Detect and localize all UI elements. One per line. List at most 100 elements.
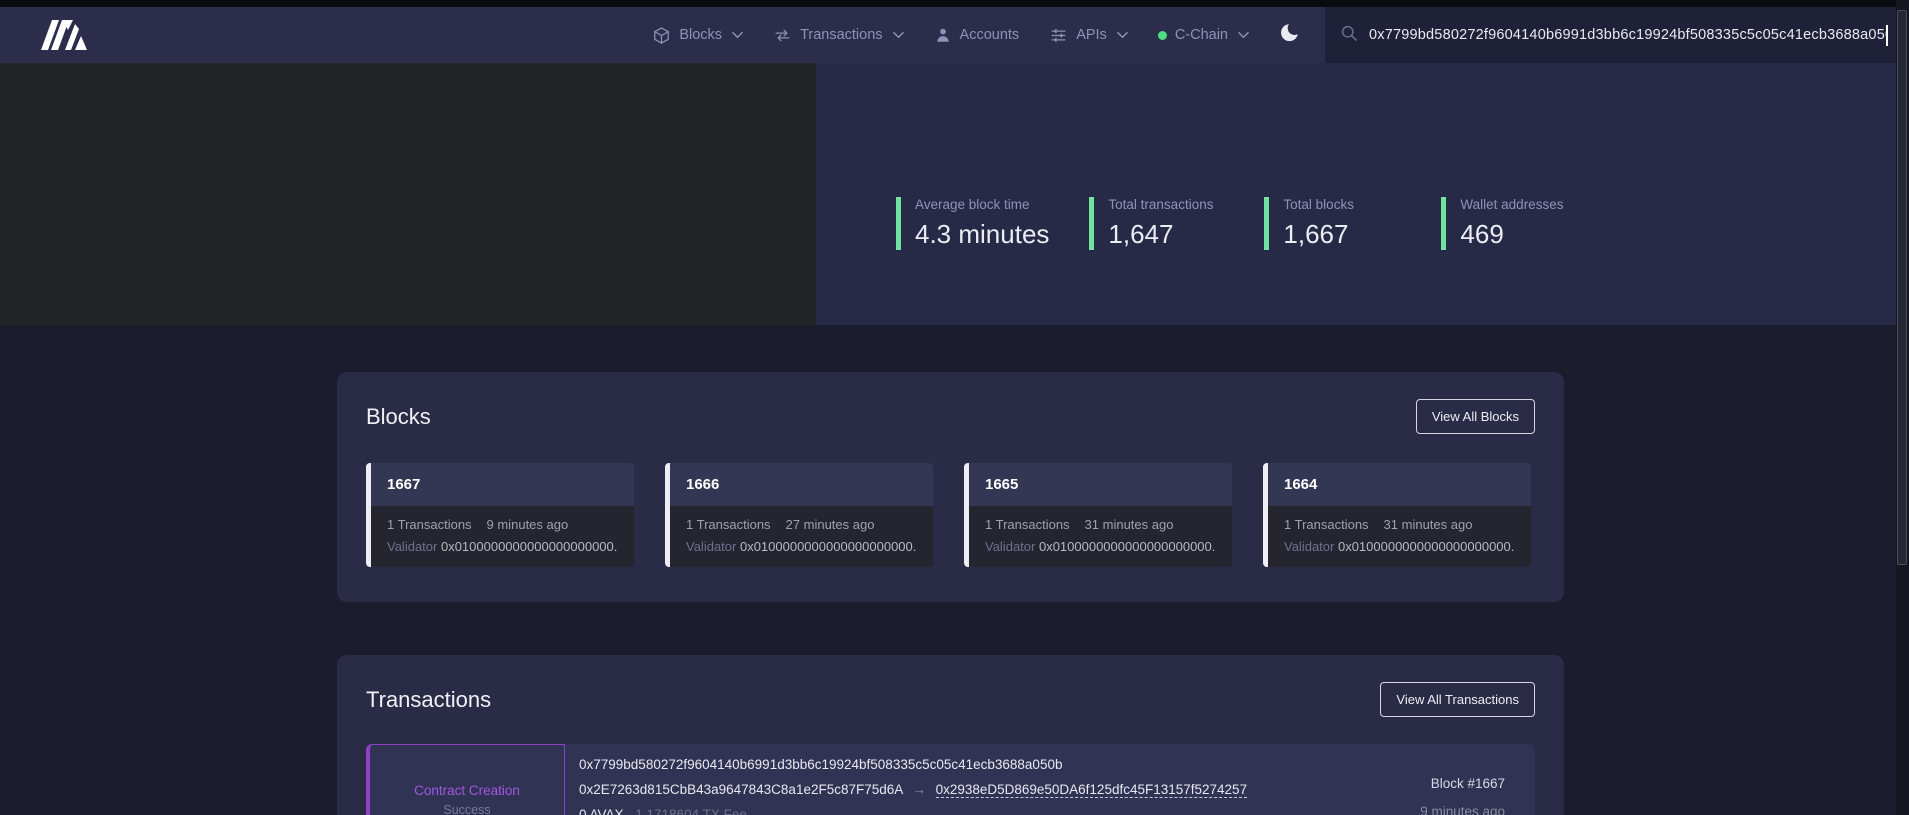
nav-item-chain-selector[interactable]: C-Chain — [1158, 27, 1249, 43]
block-number[interactable]: 1665 — [985, 476, 1018, 493]
blocks-section: Blocks View All Blocks 1667 1 Transactio… — [337, 372, 1564, 602]
chevron-down-icon — [1238, 31, 1249, 39]
chevron-down-icon — [732, 31, 743, 39]
validator-address[interactable]: 0x0100000000000000000000... — [1039, 539, 1216, 554]
chevron-down-icon — [1117, 31, 1128, 39]
blocks-title: Blocks — [366, 404, 431, 430]
block-card-body: 1 Transactions 31 minutes ago Validator … — [1268, 506, 1531, 567]
nav-item-apis[interactable]: APIs — [1049, 26, 1128, 45]
block-tx-count: 1 Transactions — [686, 517, 771, 532]
transaction-amount: 0 AVAX — [579, 807, 624, 815]
blocks-header: Blocks View All Blocks — [366, 399, 1535, 434]
stat-label: Total transactions — [1108, 197, 1224, 212]
transactions-title: Transactions — [366, 687, 491, 713]
transaction-time-ago: 9 minutes ago — [1375, 804, 1505, 815]
stat-value: 1,667 — [1283, 219, 1401, 250]
validator-label: Validator — [686, 539, 736, 554]
transaction-meta: Block #1667 9 minutes ago — [1375, 744, 1535, 815]
validator-label: Validator — [985, 539, 1035, 554]
stat-value: 469 — [1460, 219, 1563, 250]
block-card-header: 1664 — [1268, 463, 1531, 506]
sliders-icon — [1049, 26, 1068, 45]
nav-item-blocks[interactable]: Blocks — [652, 26, 743, 45]
nav-item-transactions[interactable]: Transactions — [773, 26, 903, 45]
transaction-type: Contract Creation — [414, 783, 520, 798]
view-all-blocks-button[interactable]: View All Blocks — [1416, 399, 1535, 434]
transaction-type-cell[interactable]: Contract Creation Success — [366, 744, 565, 815]
to-address-link[interactable]: 0x2938eD5D869e50DA6f125dfc45F13157f52742… — [936, 782, 1248, 798]
nav-item-label: APIs — [1076, 27, 1107, 43]
block-card-header: 1666 — [670, 463, 933, 506]
text-caret — [1886, 25, 1888, 46]
transactions-section: Transactions View All Transactions Contr… — [337, 655, 1564, 815]
stat-label: Average block time — [915, 197, 1049, 212]
search-bar — [1325, 7, 1896, 63]
validator-address[interactable]: 0x0100000000000000000000... — [1338, 539, 1515, 554]
page-scrollbar[interactable] — [1896, 0, 1909, 815]
stat-total-transactions: Total transactions 1,647 — [1089, 197, 1224, 250]
block-number[interactable]: 1666 — [686, 476, 719, 493]
block-card-header: 1667 — [371, 463, 634, 506]
validator-label: Validator — [387, 539, 437, 554]
theme-toggle-button[interactable] — [1279, 22, 1301, 49]
block-link[interactable]: Block #1667 — [1375, 776, 1505, 791]
validator-address[interactable]: 0x0100000000000000000000... — [740, 539, 917, 554]
transaction-row: Contract Creation Success 0x7799bd580272… — [366, 744, 1535, 815]
stat-label: Wallet addresses — [1460, 197, 1563, 212]
top-strip — [0, 0, 1909, 7]
nav-item-label: Transactions — [800, 27, 882, 43]
block-tx-count: 1 Transactions — [387, 517, 472, 532]
block-card[interactable]: 1665 1 Transactions 31 minutes ago Valid… — [964, 463, 1232, 567]
cube-icon — [652, 26, 671, 45]
block-card[interactable]: 1666 1 Transactions 27 minutes ago Valid… — [665, 463, 933, 567]
stat-wallet-addresses: Wallet addresses 469 — [1441, 197, 1563, 250]
block-number[interactable]: 1664 — [1284, 476, 1317, 493]
block-card[interactable]: 1664 1 Transactions 31 minutes ago Valid… — [1263, 463, 1531, 567]
stats-panel: Average block time 4.3 minutes Total tra… — [816, 119, 1896, 325]
transaction-hash-link[interactable]: 0x7799bd580272f9604140b6991d3bb6c19924bf… — [579, 757, 1062, 772]
stat-value: 4.3 minutes — [915, 219, 1049, 250]
arrow-right-icon: → — [912, 782, 926, 797]
stat-total-blocks: Total blocks 1,667 — [1264, 197, 1401, 250]
stat-label: Total blocks — [1283, 197, 1401, 212]
block-card-body: 1 Transactions 27 minutes ago Validator … — [670, 506, 933, 567]
search-icon — [1339, 23, 1359, 48]
nav-item-label: C-Chain — [1175, 27, 1228, 43]
moon-icon — [1279, 22, 1301, 49]
hero-background — [0, 63, 816, 325]
block-time-ago: 31 minutes ago — [1085, 517, 1174, 532]
transaction-status: Success — [443, 803, 490, 815]
block-time-ago: 27 minutes ago — [786, 517, 875, 532]
block-card-body: 1 Transactions 31 minutes ago Validator … — [969, 506, 1232, 567]
transactions-header: Transactions View All Transactions — [366, 682, 1535, 717]
stat-average-block-time: Average block time 4.3 minutes — [896, 197, 1049, 250]
chevron-down-icon — [893, 31, 904, 39]
block-tx-count: 1 Transactions — [985, 517, 1070, 532]
block-cards: 1667 1 Transactions 9 minutes ago Valida… — [366, 463, 1535, 567]
navbar: Blocks Transactions — [0, 7, 1896, 63]
nav-item-label: Blocks — [679, 27, 722, 43]
block-number[interactable]: 1667 — [387, 476, 420, 493]
block-time-ago: 31 minutes ago — [1384, 517, 1473, 532]
transaction-details: 0x7799bd580272f9604140b6991d3bb6c19924bf… — [565, 744, 1375, 815]
nav-item-label: Accounts — [960, 27, 1020, 43]
swap-arrows-icon — [773, 26, 792, 45]
person-icon — [934, 26, 952, 44]
block-card-body: 1 Transactions 9 minutes ago Validator 0… — [371, 506, 634, 567]
scrollbar-thumb[interactable] — [1897, 10, 1907, 565]
nav-menu: Blocks Transactions — [652, 26, 1249, 45]
validator-label: Validator — [1284, 539, 1334, 554]
search-input[interactable] — [1369, 27, 1886, 43]
block-card-header: 1665 — [969, 463, 1232, 506]
stat-value: 1,647 — [1108, 219, 1224, 250]
block-time-ago: 9 minutes ago — [487, 517, 569, 532]
hero-banner: Average block time 4.3 minutes Total tra… — [0, 63, 1909, 325]
validator-address[interactable]: 0x0100000000000000000000... — [441, 539, 618, 554]
nav-item-accounts[interactable]: Accounts — [934, 26, 1020, 44]
avalanche-logo[interactable] — [38, 17, 94, 53]
view-all-transactions-button[interactable]: View All Transactions — [1380, 682, 1535, 717]
block-card[interactable]: 1667 1 Transactions 9 minutes ago Valida… — [366, 463, 634, 567]
from-address-link[interactable]: 0x2E7263d815CbB43a9647843C8a1e2F5c87F75d… — [579, 782, 903, 797]
chain-status-dot — [1158, 31, 1167, 40]
block-tx-count: 1 Transactions — [1284, 517, 1369, 532]
